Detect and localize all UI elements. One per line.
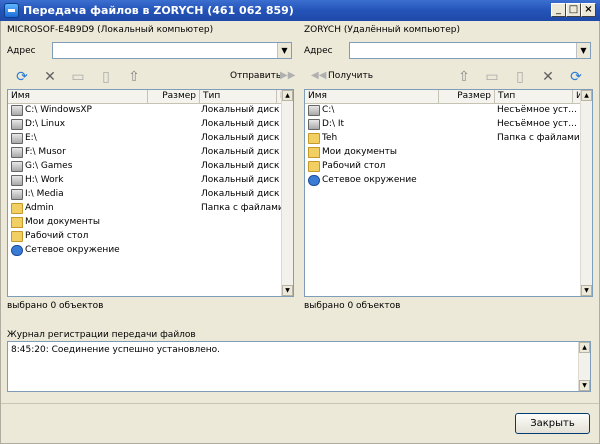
list-item[interactable]: Admin Папка с файлами (8, 202, 284, 215)
network-icon (11, 245, 23, 256)
new-folder-icon[interactable]: ▭ (484, 69, 500, 85)
footer-divider (1, 403, 599, 404)
log-text: 8:45:20: Соединение успешно установлено. (11, 345, 220, 355)
chevron-down-icon[interactable]: ▼ (277, 43, 291, 58)
send-button[interactable]: Отправить (230, 71, 281, 81)
minimize-button[interactable]: _ (551, 3, 566, 17)
list-item[interactable]: E:\ Локальный диск (8, 132, 283, 145)
remote-status: выбрано 0 объектов (304, 301, 401, 311)
local-address-combo[interactable]: ▼ (52, 42, 292, 59)
drive-icon (11, 133, 23, 144)
folder-icon (308, 133, 320, 144)
delete-icon[interactable]: ✕ (540, 69, 556, 85)
receive-button[interactable]: Получить (328, 71, 373, 81)
column-name[interactable]: Имя (305, 90, 439, 104)
local-list-scrollbar[interactable]: ▲ ▼ (281, 90, 293, 296)
scroll-up-icon[interactable]: ▲ (579, 342, 590, 353)
local-file-list[interactable]: Имя Размер Тип Изм C:\ WindowsXPЛокальны… (7, 89, 294, 297)
remote-file-list[interactable]: Имя Размер Тип Изм C:\Несъёмное уст... D… (304, 89, 593, 297)
documents-icon (11, 217, 23, 228)
list-item[interactable]: Рабочий стол (305, 160, 582, 173)
list-item[interactable]: H:\ Work Локальный диск (8, 174, 283, 187)
scroll-down-icon[interactable]: ▼ (282, 285, 293, 296)
refresh-icon[interactable]: ⟳ (14, 69, 30, 85)
window-title: Передача файлов в ZORYCH (461 062 859) (23, 4, 294, 17)
drive-icon (11, 189, 23, 200)
log-box[interactable]: 8:45:20: Соединение успешно установлено.… (7, 341, 591, 392)
remote-list-scrollbar[interactable]: ▲ ▼ (580, 90, 592, 296)
local-computer-caption: MICROSOF-E4B9D9 (Локальный компьютер) (7, 25, 214, 35)
list-item[interactable]: Сетевое окружение (8, 244, 283, 257)
network-icon (308, 175, 320, 186)
column-type[interactable]: Тип (200, 90, 277, 104)
list-item[interactable]: G:\ Games Локальный диск (8, 160, 283, 173)
scroll-up-icon[interactable]: ▲ (282, 90, 293, 101)
local-address-label: Адрес (7, 46, 36, 56)
drive-icon (11, 175, 23, 186)
refresh-icon[interactable]: ⟳ (568, 69, 584, 85)
remote-address-label: Адрес (304, 46, 333, 56)
column-type[interactable]: Тип (495, 90, 573, 104)
delete-icon[interactable]: ✕ (42, 69, 58, 85)
list-item[interactable]: D:\ Linux Локальный диск (8, 118, 283, 131)
documents-icon (308, 147, 320, 158)
rename-icon[interactable]: ▯ (512, 69, 528, 85)
drive-icon (11, 105, 23, 116)
close-window-button[interactable]: × (581, 3, 596, 17)
list-item[interactable]: Мои документы (305, 146, 582, 159)
up-folder-icon[interactable]: ⇧ (126, 69, 142, 85)
drive-icon (11, 161, 23, 172)
list-item[interactable]: Teh Папка с файлами (305, 132, 582, 145)
app-icon (4, 3, 19, 18)
folder-icon (11, 203, 23, 214)
list-item[interactable]: Сетевое окружение (305, 174, 582, 187)
list-item[interactable]: C:\ Несъёмное уст... (305, 104, 582, 117)
column-size[interactable]: Размер (439, 90, 495, 104)
receive-arrow-icon[interactable]: ◀◀ (311, 70, 326, 81)
title-bar[interactable]: Передача файлов в ZORYCH (461 062 859) _… (0, 0, 600, 21)
new-folder-icon[interactable]: ▭ (70, 69, 86, 85)
list-item[interactable]: Рабочий стол (8, 230, 283, 243)
list-item[interactable]: F:\ Musor Локальный диск (8, 146, 283, 159)
drive-icon (308, 119, 320, 130)
log-label: Журнал регистрации передачи файлов (7, 330, 196, 340)
scroll-up-icon[interactable]: ▲ (581, 90, 592, 101)
drive-icon (308, 105, 320, 116)
column-name[interactable]: Имя (8, 90, 148, 104)
local-status: выбрано 0 объектов (7, 301, 104, 311)
close-button[interactable]: Закрыть (515, 413, 590, 434)
column-size[interactable]: Размер (148, 90, 200, 104)
log-scrollbar[interactable]: ▲ ▼ (578, 342, 590, 391)
remote-computer-caption: ZORYCH (Удалённый компьютер) (304, 25, 460, 35)
folder-icon (11, 231, 23, 242)
up-folder-icon[interactable]: ⇧ (456, 69, 472, 85)
drive-icon (11, 147, 23, 158)
scroll-down-icon[interactable]: ▼ (579, 380, 590, 391)
list-item[interactable]: I:\ Media Локальный диск (8, 188, 283, 201)
rename-icon[interactable]: ▯ (98, 69, 114, 85)
chevron-down-icon[interactable]: ▼ (576, 43, 590, 58)
send-arrow-icon[interactable]: ▶▶ (280, 70, 295, 81)
remote-address-combo[interactable]: ▼ (349, 42, 591, 59)
scroll-down-icon[interactable]: ▼ (581, 285, 592, 296)
list-item[interactable]: C:\ WindowsXP Локальный диск (8, 104, 283, 117)
list-item[interactable]: Мои документы (8, 216, 283, 229)
maximize-button[interactable]: □ (566, 3, 581, 17)
list-item[interactable]: D:\ It Несъёмное уст... (305, 118, 582, 131)
folder-icon (308, 161, 320, 172)
drive-icon (11, 119, 23, 130)
